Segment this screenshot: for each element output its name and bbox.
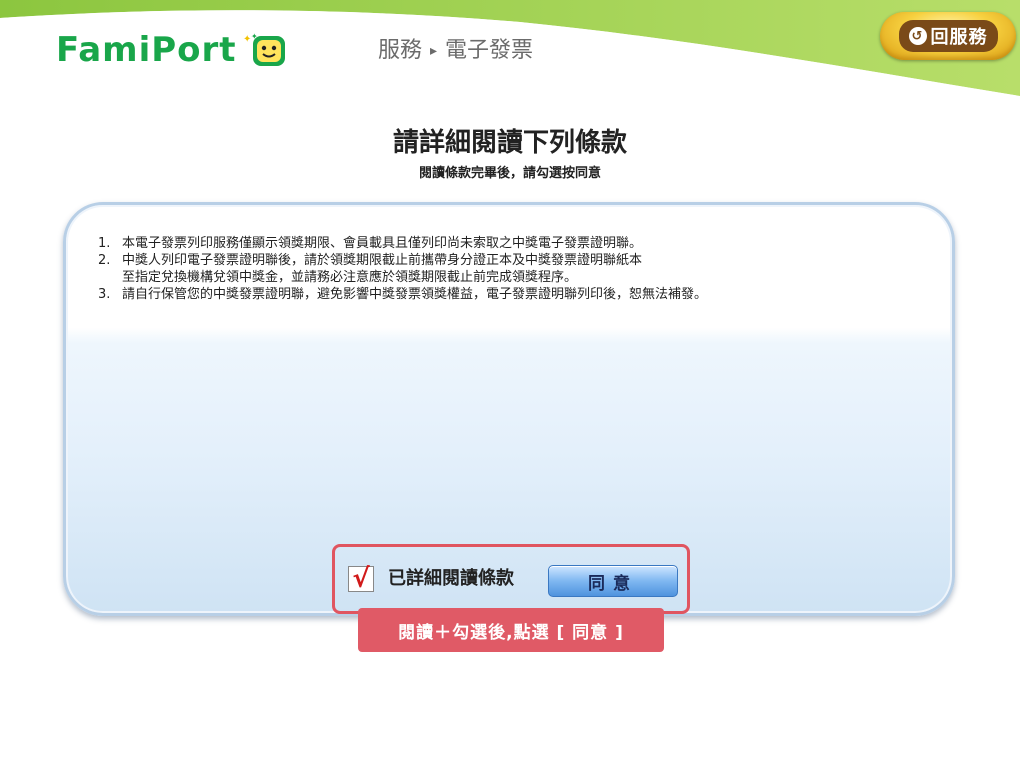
agree-checkbox[interactable]: √ bbox=[348, 566, 374, 592]
terms-item: 2. 中獎人列印電子發票證明聯後，請於領獎期限截止前攜帶身分證正本及中獎發票證明… bbox=[98, 252, 918, 269]
famiport-logo: FamiPort ✦ ✦ bbox=[56, 30, 287, 70]
terms-item-number: 1. bbox=[98, 236, 111, 251]
logo-text: FamiPort bbox=[56, 30, 237, 70]
terms-item-text: 本電子發票列印服務僅顯示領獎期限、會員載具且僅列印尚未索取之中獎電子發票證明聯。 bbox=[122, 236, 643, 251]
terms-item-number: 2. bbox=[98, 253, 111, 268]
terms-item-text: 請自行保管您的中獎發票證明聯，避免影響中獎發票領獎權益，電子發票證明聯列印後，恕… bbox=[122, 287, 708, 302]
terms-item: 3. 請自行保管您的中獎發票證明聯，避免影響中獎發票領獎權益，電子發票證明聯列印… bbox=[98, 286, 918, 303]
agree-button[interactable]: 同意 bbox=[548, 565, 678, 597]
terms-item: 1. 本電子發票列印服務僅顯示領獎期限、會員載具且僅列印尚未索取之中獎電子發票證… bbox=[98, 235, 918, 252]
terms-item-text: 中獎人列印電子發票證明聯後，請於領獎期限截止前攜帶身分證正本及中獎發票證明聯紙本 bbox=[122, 253, 643, 268]
page-title: 請詳細閱讀下列條款 bbox=[392, 128, 627, 158]
terms-item-number: 3. bbox=[98, 287, 111, 302]
back-button-inner: ↺ 回服務 bbox=[898, 20, 998, 52]
agree-checkbox-label[interactable]: 已詳細閱讀條款 bbox=[388, 566, 514, 592]
terms-list[interactable]: 1. 本電子發票列印服務僅顯示領獎期限、會員載具且僅列印尚未索取之中獎電子發票證… bbox=[98, 235, 918, 303]
back-to-services-button[interactable]: ↺ 回服務 bbox=[880, 12, 1016, 60]
mascot-icon: ✦ ✦ bbox=[243, 32, 285, 66]
page-subtitle: 閱讀條款完畢後，請勾選按同意 bbox=[418, 166, 601, 181]
instruction-hint: 閱讀＋勾選後,點選 [ 同意 ] bbox=[358, 608, 664, 652]
terms-item-continuation: 至指定兌換機構兌領中獎金，並請務必注意應於領獎期限截止前完成領獎程序。 bbox=[122, 270, 578, 285]
breadcrumb: 服務 ▸ 電子發票 bbox=[378, 36, 533, 66]
breadcrumb-separator-icon: ▸ bbox=[430, 43, 438, 59]
back-arrow-icon: ↺ bbox=[908, 27, 927, 45]
back-button-label: 回服務 bbox=[930, 27, 988, 48]
breadcrumb-einvoice: 電子發票 bbox=[445, 38, 534, 63]
breadcrumb-services[interactable]: 服務 bbox=[378, 36, 422, 66]
